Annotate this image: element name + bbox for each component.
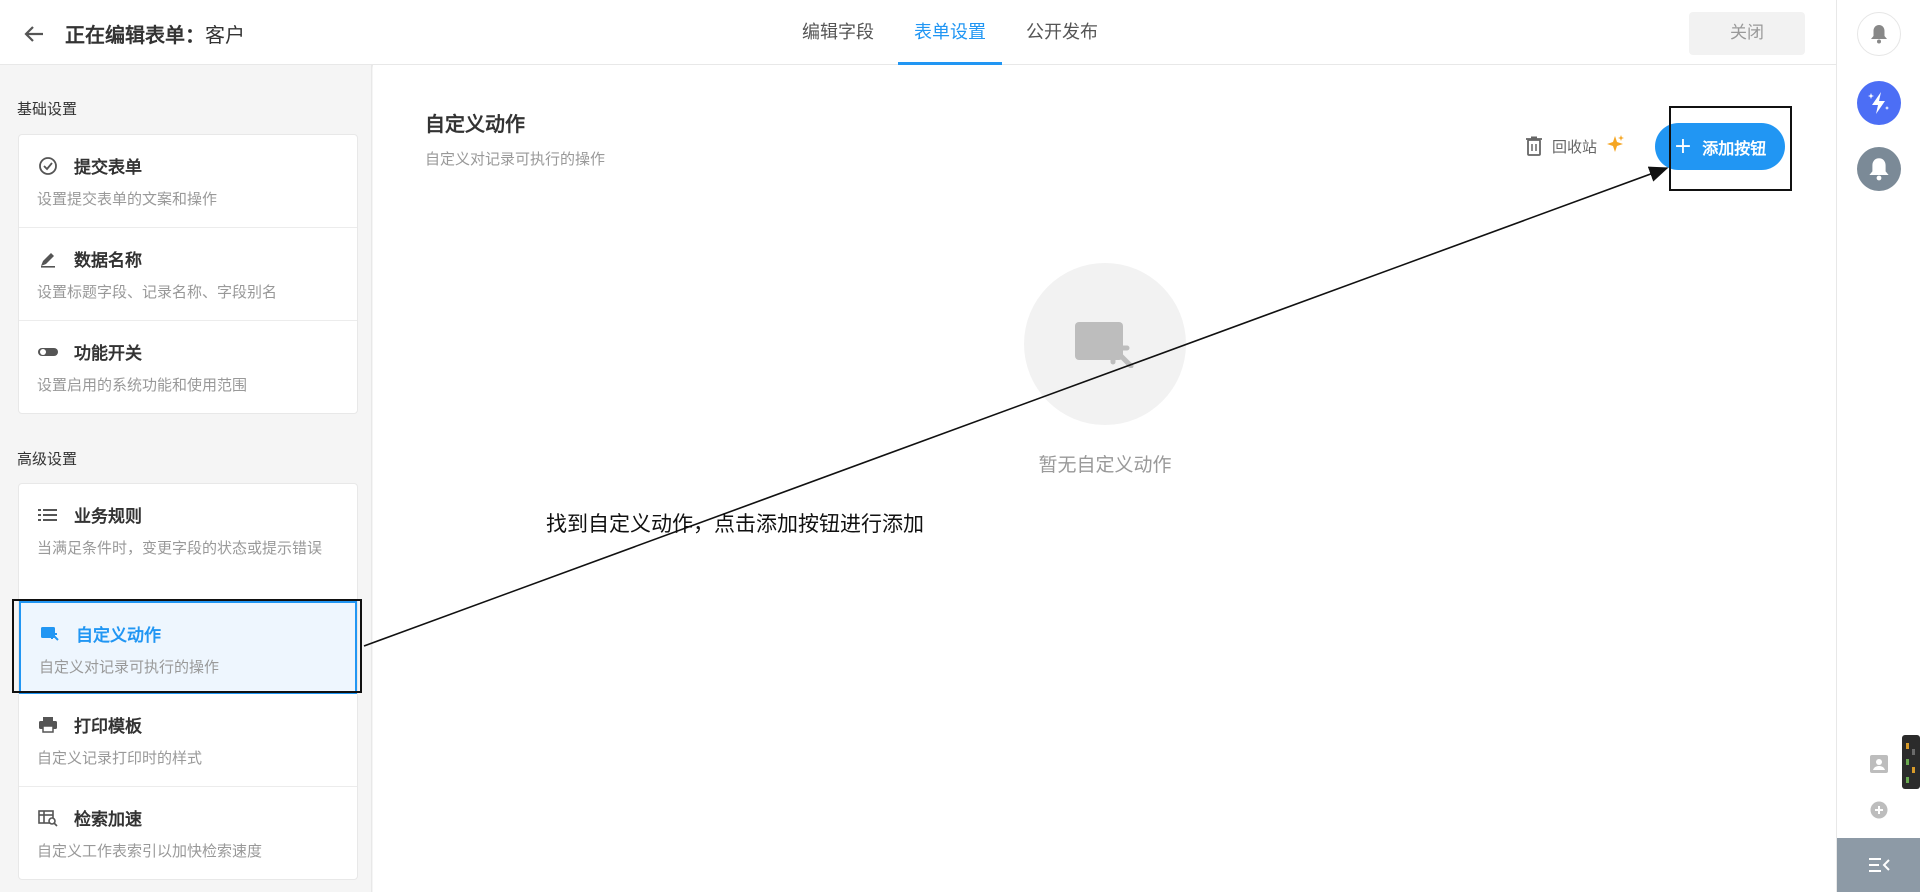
sparkle-icon <box>1605 134 1625 158</box>
sidebar-item-search-acceleration[interactable]: 检索加速 自定义工作表索引以加快检索速度 <box>19 787 357 879</box>
printer-icon <box>37 714 59 736</box>
recycle-bin-label: 回收站 <box>1552 137 1598 156</box>
sidebar-item-desc: 设置启用的系统功能和使用范围 <box>37 376 248 394</box>
settings-sidebar: 基础设置 提交表单 设置提交表单的文案和操作 数据名称 设置标题字段、记录名称、… <box>0 65 372 892</box>
sidebar-item-feature-switch[interactable]: 功能开关 设置启用的系统功能和使用范围 <box>19 321 357 413</box>
sidebar-item-desc: 设置提交表单的文案和操作 <box>37 190 218 208</box>
contacts-button[interactable] <box>1867 752 1891 776</box>
header-tabs: 编辑字段 表单设置 公开发布 <box>786 0 1122 65</box>
contact-card-icon <box>1870 755 1888 773</box>
panel-subtitle: 自定义对记录可执行的操作 <box>425 150 606 168</box>
bell-icon <box>1869 158 1889 181</box>
advanced-settings-heading: 高级设置 <box>17 450 78 468</box>
check-circle-icon <box>37 155 59 177</box>
add-chat-icon <box>1870 801 1888 819</box>
tab-public-publish[interactable]: 公开发布 <box>1010 0 1114 65</box>
sidebar-item-desc: 设置标题字段、记录名称、字段别名 <box>37 283 278 301</box>
pen-icon <box>37 248 59 270</box>
tab-form-settings[interactable]: 表单设置 <box>898 0 1002 65</box>
sidebar-item-title: 提交表单 <box>74 158 142 178</box>
sidebar-item-custom-action[interactable]: 自定义动作 自定义对记录可执行的操作 <box>19 601 357 694</box>
sidebar-item-title: 业务规则 <box>74 507 142 527</box>
lightning-sparkle-icon <box>1868 92 1889 114</box>
bell-icon <box>1871 25 1887 44</box>
sidebar-item-data-name[interactable]: 数据名称 设置标题字段、记录名称、字段别名 <box>19 228 357 321</box>
list-icon <box>37 504 59 526</box>
search-table-icon <box>37 807 59 829</box>
page-title: 正在编辑表单：客户 <box>65 19 245 48</box>
annotation-instruction-text: 找到自定义动作，点击添加按钮进行添加 <box>546 512 924 536</box>
app-window: 正在编辑表单：客户 编辑字段 表单设置 公开发布 关闭 基础设置 提交表单 设置… <box>0 0 1836 892</box>
plus-icon: + <box>1673 134 1693 159</box>
notification-bell-button[interactable] <box>1857 12 1901 56</box>
status-bars-icon <box>1906 743 1915 783</box>
sidebar-item-desc: 自定义工作表索引以加快检索速度 <box>37 842 263 860</box>
back-arrow-icon[interactable] <box>20 20 48 48</box>
sidebar-item-title: 打印模板 <box>74 717 142 737</box>
sidebar-item-desc: 自定义记录打印时的样式 <box>37 749 203 767</box>
ai-assistant-button[interactable] <box>1857 81 1901 125</box>
close-button[interactable]: 关闭 <box>1689 12 1805 55</box>
form-name: 客户 <box>205 23 245 47</box>
floating-status-widget[interactable] <box>1902 735 1920 789</box>
cursor-window-icon <box>1075 322 1134 368</box>
advanced-settings-group: 业务规则 当满足条件时，变更字段的状态或提示错误 自定义动作 自定义对记录可执行… <box>18 483 358 880</box>
sidebar-item-desc: 当满足条件时，变更字段的状态或提示错误 <box>37 539 323 557</box>
add-chat-button[interactable] <box>1867 798 1891 822</box>
basic-settings-heading: 基础设置 <box>17 100 78 118</box>
add-button[interactable]: + 添加按钮 <box>1655 123 1785 170</box>
cursor-window-icon <box>39 623 61 645</box>
sidebar-item-title: 检索加速 <box>74 810 142 830</box>
basic-settings-group: 提交表单 设置提交表单的文案和操作 数据名称 设置标题字段、记录名称、字段别名 … <box>18 134 358 414</box>
trash-icon <box>1526 136 1542 156</box>
collapse-sidebar-button[interactable] <box>1837 838 1920 892</box>
title-prefix: 正在编辑表单： <box>65 23 205 47</box>
sidebar-item-title: 自定义动作 <box>76 626 161 646</box>
empty-state-illustration <box>1024 263 1186 425</box>
top-header: 正在编辑表单：客户 编辑字段 表单设置 公开发布 关闭 <box>0 0 1836 65</box>
sidebar-item-desc: 自定义对记录可执行的操作 <box>39 658 220 676</box>
sidebar-item-business-rules[interactable]: 业务规则 当满足条件时，变更字段的状态或提示错误 <box>19 484 357 601</box>
sidebar-item-title: 功能开关 <box>74 344 142 364</box>
message-bell-button[interactable] <box>1857 147 1901 191</box>
sidebar-item-print-template[interactable]: 打印模板 自定义记录打印时的样式 <box>19 694 357 787</box>
tab-edit-fields[interactable]: 编辑字段 <box>786 0 890 65</box>
recycle-bin-button[interactable]: 回收站 <box>1526 134 1625 158</box>
add-button-label: 添加按钮 <box>1702 138 1767 158</box>
panel-title: 自定义动作 <box>425 112 525 136</box>
sidebar-item-submit-form[interactable]: 提交表单 设置提交表单的文案和操作 <box>19 135 357 228</box>
empty-state-text: 暂无自定义动作 <box>1038 454 1172 476</box>
sidebar-item-title: 数据名称 <box>74 251 142 271</box>
collapse-menu-icon <box>1869 858 1890 872</box>
custom-action-panel: 自定义动作 自定义对记录可执行的操作 回收站 + 添加按钮 暂无自定义动作 找到… <box>373 65 1836 892</box>
toggle-icon <box>37 341 59 363</box>
